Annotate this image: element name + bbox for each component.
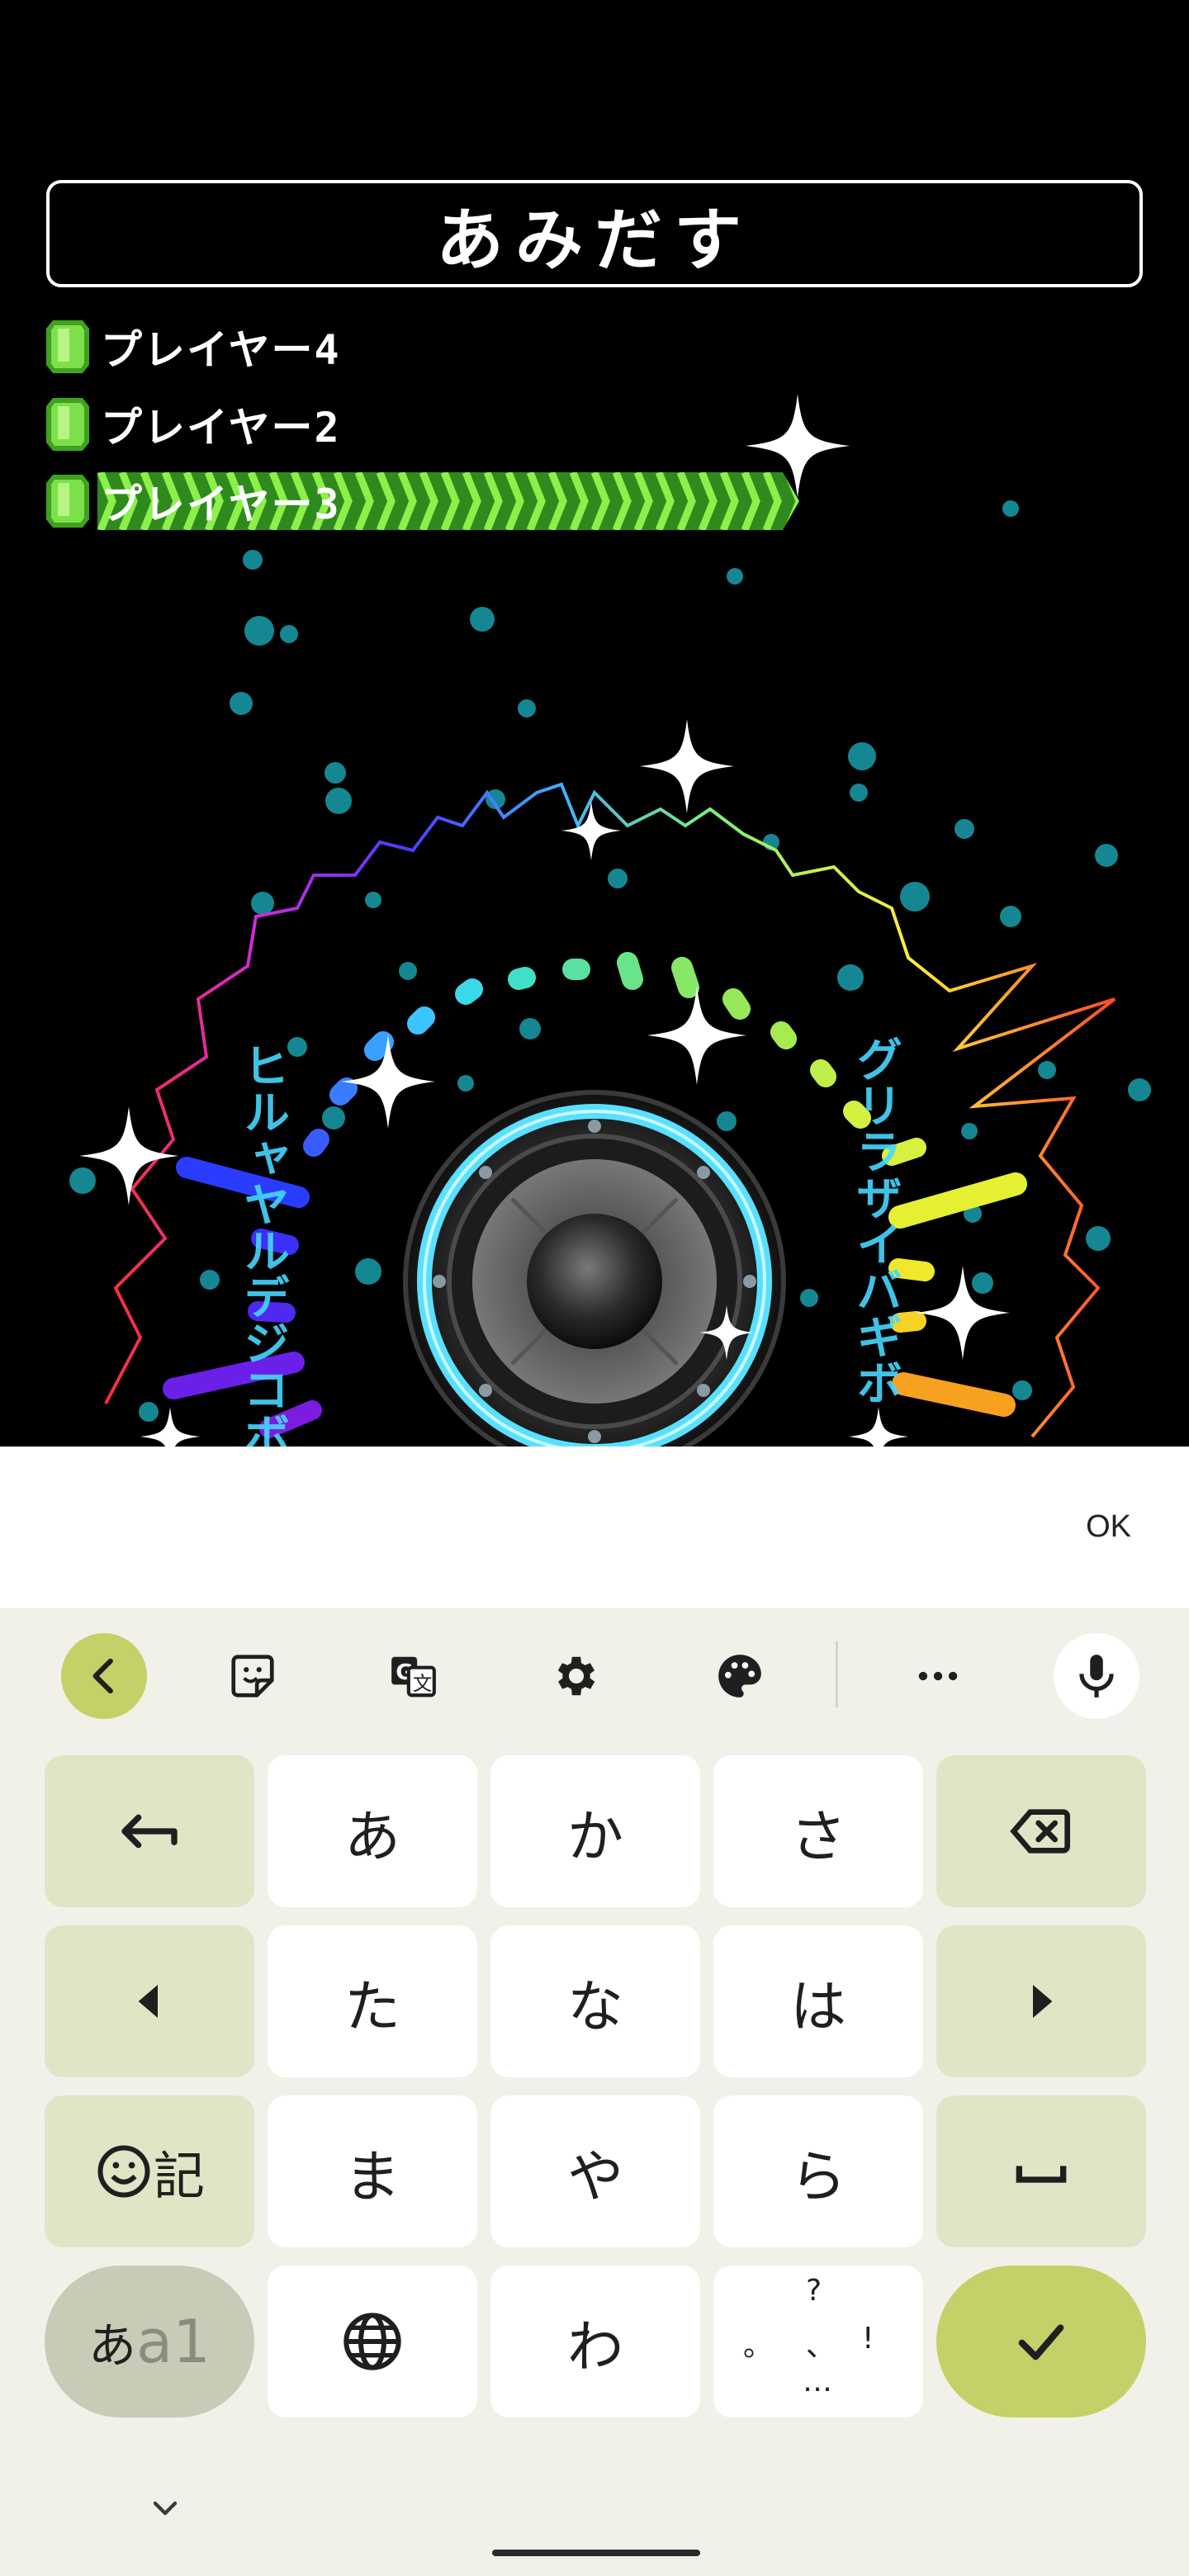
globe-icon — [343, 2313, 401, 2370]
sticker-icon — [231, 1655, 274, 1698]
player-row-active: プレイヤー3 — [46, 475, 341, 528]
palette-icon — [718, 1655, 761, 1698]
game-title: あみだす — [435, 201, 753, 280]
key-ya[interactable]: や — [490, 2095, 700, 2247]
key-na[interactable]: な — [490, 1925, 700, 2077]
checkmark-icon — [1018, 2324, 1064, 2361]
svg-text:文: 文 — [413, 1673, 432, 1695]
sticker-button[interactable] — [210, 1633, 296, 1719]
player-row: プレイヤー2 — [46, 398, 341, 452]
settings-button[interactable] — [533, 1633, 619, 1719]
punct-comma: 、 — [806, 2329, 836, 2363]
theme-button[interactable] — [697, 1633, 783, 1719]
player-name: プレイヤー2 — [101, 404, 341, 452]
key-a[interactable]: あ — [268, 1755, 477, 1907]
player-row: プレイヤー4 — [46, 320, 341, 374]
mode-kana-label: あ — [88, 2318, 137, 2374]
voice-input-button[interactable] — [1054, 1633, 1139, 1719]
punct-exclaim: ! — [862, 2322, 874, 2356]
key-sa[interactable]: さ — [713, 1755, 923, 1907]
chevron-left-icon — [92, 1658, 113, 1694]
player-name: プレイヤー4 — [101, 326, 341, 374]
more-horizontal-icon — [918, 1671, 958, 1681]
translate-button[interactable]: G文 — [370, 1633, 456, 1719]
punctuation-key[interactable]: ? 。 、 ! … — [713, 2266, 923, 2417]
hide-keyboard-chevron-icon[interactable] — [145, 2488, 185, 2528]
language-key[interactable] — [268, 2266, 477, 2417]
player-name: プレイヤー3 — [101, 481, 341, 528]
left-vertical-text: ヒルャヤルデジコボイス — [236, 1042, 290, 1447]
key-ha[interactable]: は — [713, 1925, 923, 2077]
text-input-area[interactable]: OK — [0, 1447, 1189, 1608]
key-ka[interactable]: か — [490, 1755, 700, 1907]
key-wa[interactable]: わ — [490, 2266, 700, 2417]
game-screen: ヒルャヤルデジコボイス グリラザイバギボ あみだす プレイヤー4 プレイヤー2 … — [0, 0, 1189, 1447]
ok-button[interactable]: OK — [1086, 1509, 1131, 1545]
backspace-icon — [1010, 1809, 1070, 1854]
speaker-graphic — [403, 1090, 786, 1447]
undo-key[interactable] — [45, 1755, 254, 1907]
green-gem-icon — [46, 475, 89, 528]
more-button[interactable] — [895, 1633, 981, 1719]
enter-key[interactable] — [936, 2266, 1146, 2417]
key-ma[interactable]: ま — [268, 2095, 477, 2247]
input-mode-key[interactable]: あ a1 — [45, 2266, 254, 2417]
microphone-icon — [1079, 1655, 1114, 1698]
home-indicator[interactable] — [492, 2550, 700, 2556]
symbol-label: 記 — [153, 2146, 205, 2206]
ime-keyboard: G文 あ か さ た な は 記 ま や ら あ a1 わ ? 。 、 ! … — [0, 1608, 1189, 2576]
smiley-icon — [97, 2145, 150, 2198]
right-bars — [882, 1138, 1027, 1417]
triangle-left-icon — [138, 1985, 158, 2018]
translate-icon: G文 — [391, 1656, 436, 1698]
keyboard-toolbar: G文 — [0, 1608, 1189, 1740]
cursor-left-key[interactable] — [45, 1925, 254, 2077]
undo-arrow-icon — [121, 1814, 178, 1849]
gear-icon — [557, 1656, 595, 1696]
mode-alpha-label: a1 — [136, 2307, 211, 2376]
title-banner: あみだす — [46, 180, 1143, 287]
toolbar-back-button[interactable] — [61, 1633, 147, 1719]
triangle-right-icon — [1033, 1985, 1053, 2018]
punct-question: ? — [806, 2274, 822, 2308]
green-gem-icon — [46, 320, 89, 373]
key-ra[interactable]: ら — [713, 2095, 923, 2247]
space-bar-icon — [1016, 2166, 1067, 2183]
key-ta[interactable]: た — [268, 1925, 477, 2077]
right-vertical-text: グリラザイバギボ — [849, 1035, 902, 1405]
punct-ellipsis: … — [803, 2365, 832, 2398]
green-gem-icon — [46, 398, 89, 451]
backspace-key[interactable] — [936, 1755, 1146, 1907]
space-key[interactable] — [936, 2095, 1146, 2247]
toolbar-divider — [836, 1641, 838, 1707]
emoji-symbol-key[interactable]: 記 — [45, 2095, 254, 2247]
punct-period: 。 — [743, 2329, 774, 2363]
cursor-right-key[interactable] — [936, 1925, 1146, 2077]
